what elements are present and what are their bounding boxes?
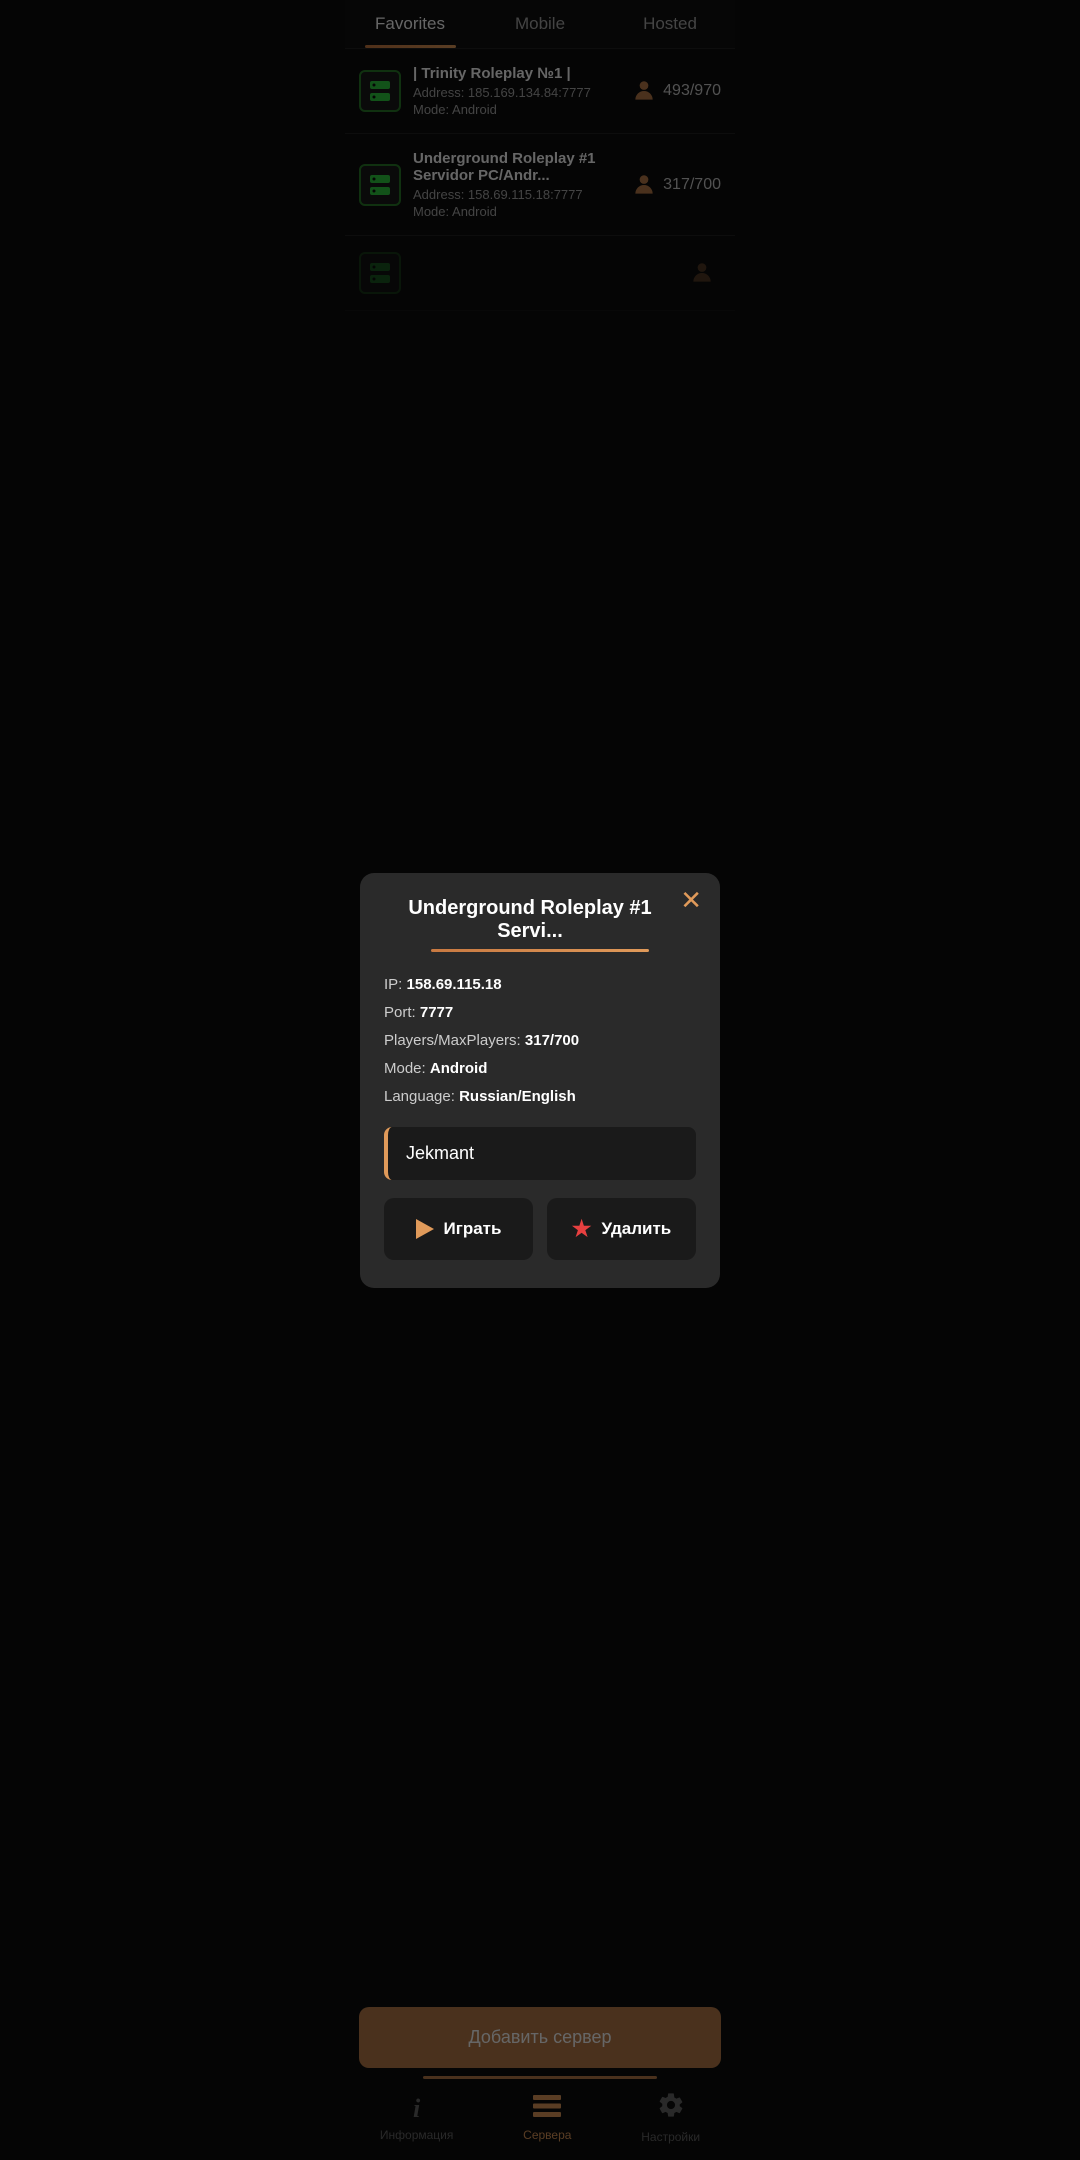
modal-ip-value: 158.69.115.18	[407, 976, 502, 993]
play-icon	[416, 1219, 434, 1239]
delete-button[interactable]: ★ Удалить	[547, 1198, 696, 1260]
server-detail-modal: ✕ Underground Roleplay #1 Servi... IP: 1…	[360, 873, 720, 1288]
play-button[interactable]: Играть	[384, 1198, 533, 1260]
modal-title: Underground Roleplay #1 Servi...	[384, 897, 696, 943]
modal-language-label: Language:	[384, 1088, 455, 1105]
play-label: Играть	[444, 1219, 502, 1239]
modal-players-value: 317/700	[525, 1032, 579, 1049]
modal-players-row: Players/MaxPlayers: 317/700	[384, 1030, 696, 1051]
modal-mode-value: Android	[430, 1060, 488, 1077]
modal-players-label: Players/MaxPlayers:	[384, 1032, 521, 1049]
modal-ip-label: IP:	[384, 976, 402, 993]
delete-label: Удалить	[601, 1219, 671, 1239]
modal-close-button[interactable]: ✕	[680, 887, 702, 913]
modal-ip-row: IP: 158.69.115.18	[384, 974, 696, 995]
modal-port-row: Port: 7777	[384, 1002, 696, 1023]
modal-language-value: Russian/English	[459, 1088, 576, 1105]
modal-mode-label: Mode:	[384, 1060, 426, 1077]
modal-port-value: 7777	[420, 1004, 453, 1021]
modal-language-row: Language: Russian/English	[384, 1086, 696, 1107]
modal-port-label: Port:	[384, 1004, 416, 1021]
modal-info-block: IP: 158.69.115.18 Port: 7777 Players/Max…	[384, 974, 696, 1107]
star-icon: ★	[572, 1216, 592, 1242]
modal-action-buttons: Играть ★ Удалить	[384, 1198, 696, 1260]
nickname-value: Jekmant	[406, 1143, 474, 1164]
modal-mode-row: Mode: Android	[384, 1058, 696, 1079]
modal-overlay[interactable]: ✕ Underground Roleplay #1 Servi... IP: 1…	[0, 0, 1080, 2160]
modal-title-underline	[431, 949, 649, 952]
nickname-box[interactable]: Jekmant	[384, 1127, 696, 1180]
